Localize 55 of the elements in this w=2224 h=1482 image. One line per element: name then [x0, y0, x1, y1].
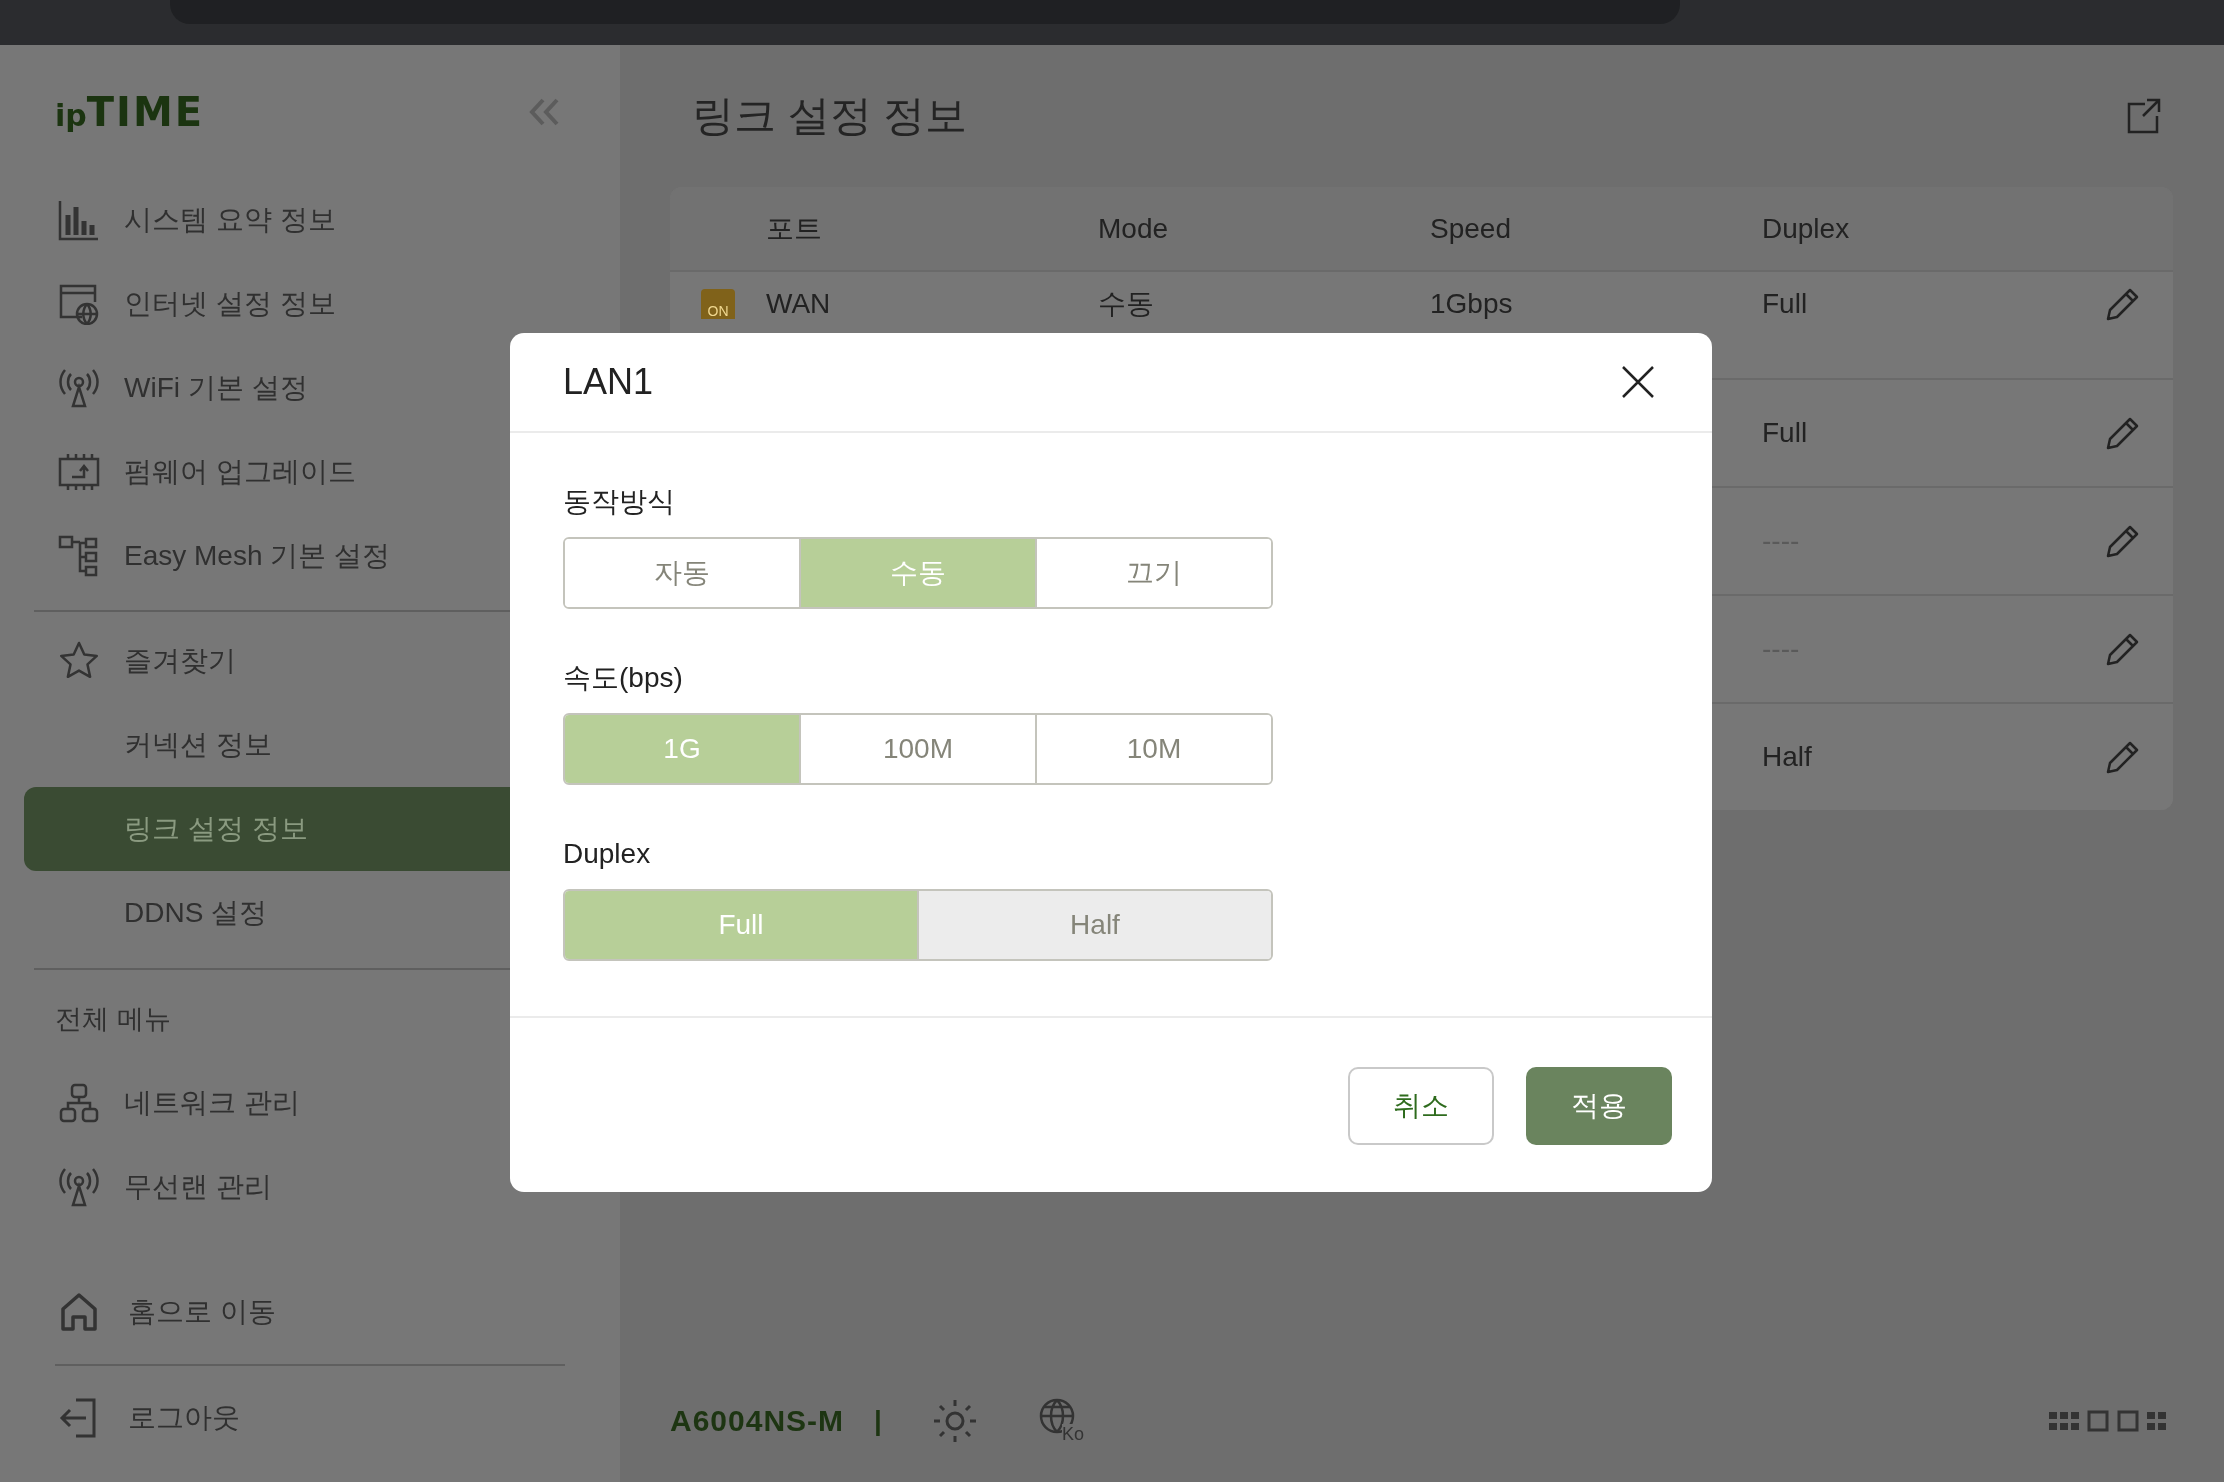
option-button[interactable]: 10M	[1035, 715, 1271, 783]
chip-upload-icon	[58, 451, 100, 493]
share-icon	[2125, 98, 2161, 134]
home-icon	[58, 1291, 100, 1333]
sidebar-item[interactable]: 인터넷 설정 정보	[0, 262, 620, 346]
column-header: 포트	[766, 211, 823, 246]
sidebar-item[interactable]: 네트워크 관리	[0, 1061, 620, 1145]
edit-icon[interactable]	[2105, 739, 2141, 775]
dialog-title: LAN1	[563, 361, 654, 403]
edit-icon[interactable]	[2105, 286, 2141, 322]
column-header: Speed	[1430, 212, 1512, 245]
antenna-icon	[58, 367, 100, 409]
close-button[interactable]	[1620, 364, 1656, 400]
network-icon	[58, 1082, 100, 1124]
browser-globe-icon	[58, 283, 100, 325]
square-icon	[2117, 1410, 2139, 1432]
sun-icon	[931, 1398, 978, 1444]
option-button[interactable]: Full	[565, 891, 917, 959]
page-title: 링크 설정 정보	[692, 91, 968, 141]
model-name: A6004NS-M	[670, 1404, 845, 1438]
table-cell-text: Half	[1762, 741, 1813, 773]
option-button[interactable]: 수동	[799, 539, 1035, 607]
antenna-icon	[58, 1166, 100, 1208]
cancel-button[interactable]: 취소	[1348, 1067, 1494, 1145]
apply-button[interactable]: 적용	[1526, 1067, 1672, 1145]
port-badge: ON	[701, 289, 735, 319]
separator: |	[874, 1405, 882, 1437]
option-button[interactable]: 끄기	[1035, 539, 1271, 607]
section-heading: 전체 메뉴	[54, 1003, 172, 1036]
sidebar-item[interactable]: 로그아웃	[0, 1376, 620, 1460]
table-cell-text: Full	[1762, 288, 1809, 320]
column-header: Duplex	[1762, 212, 1851, 245]
double-chevron-icon	[528, 97, 560, 126]
edit-icon[interactable]	[2105, 415, 2141, 451]
field-label: 속도(bps)	[563, 661, 684, 695]
mesh-nodes-icon	[58, 535, 100, 577]
square-icon	[2087, 1410, 2109, 1432]
table-cell-text: ----	[1762, 633, 1801, 665]
field-label: 동작방식	[563, 485, 676, 519]
logo: ipTIME	[55, 88, 206, 135]
column-header: Mode	[1098, 212, 1170, 245]
table-cell-text: 1Gbps	[1430, 288, 1514, 320]
table-cell-text: WAN	[766, 288, 832, 320]
grid-icon	[2147, 1410, 2167, 1432]
sidebar-item[interactable]: 홈으로 이동	[0, 1270, 620, 1354]
option-button[interactable]: 1G	[565, 715, 799, 783]
edit-icon[interactable]	[2105, 523, 2141, 559]
table-cell-text: Full	[1762, 417, 1809, 449]
sidebar-item[interactable]: 시스템 요약 정보	[0, 178, 620, 262]
sidebar-item[interactable]: 무선랜 관리	[0, 1145, 620, 1229]
edit-icon[interactable]	[2105, 631, 2141, 667]
grid-icon	[2049, 1410, 2079, 1432]
table-cell-text: ----	[1762, 525, 1801, 557]
bar-chart-icon	[58, 199, 100, 241]
table-cell-text: 수동	[1098, 287, 1155, 321]
